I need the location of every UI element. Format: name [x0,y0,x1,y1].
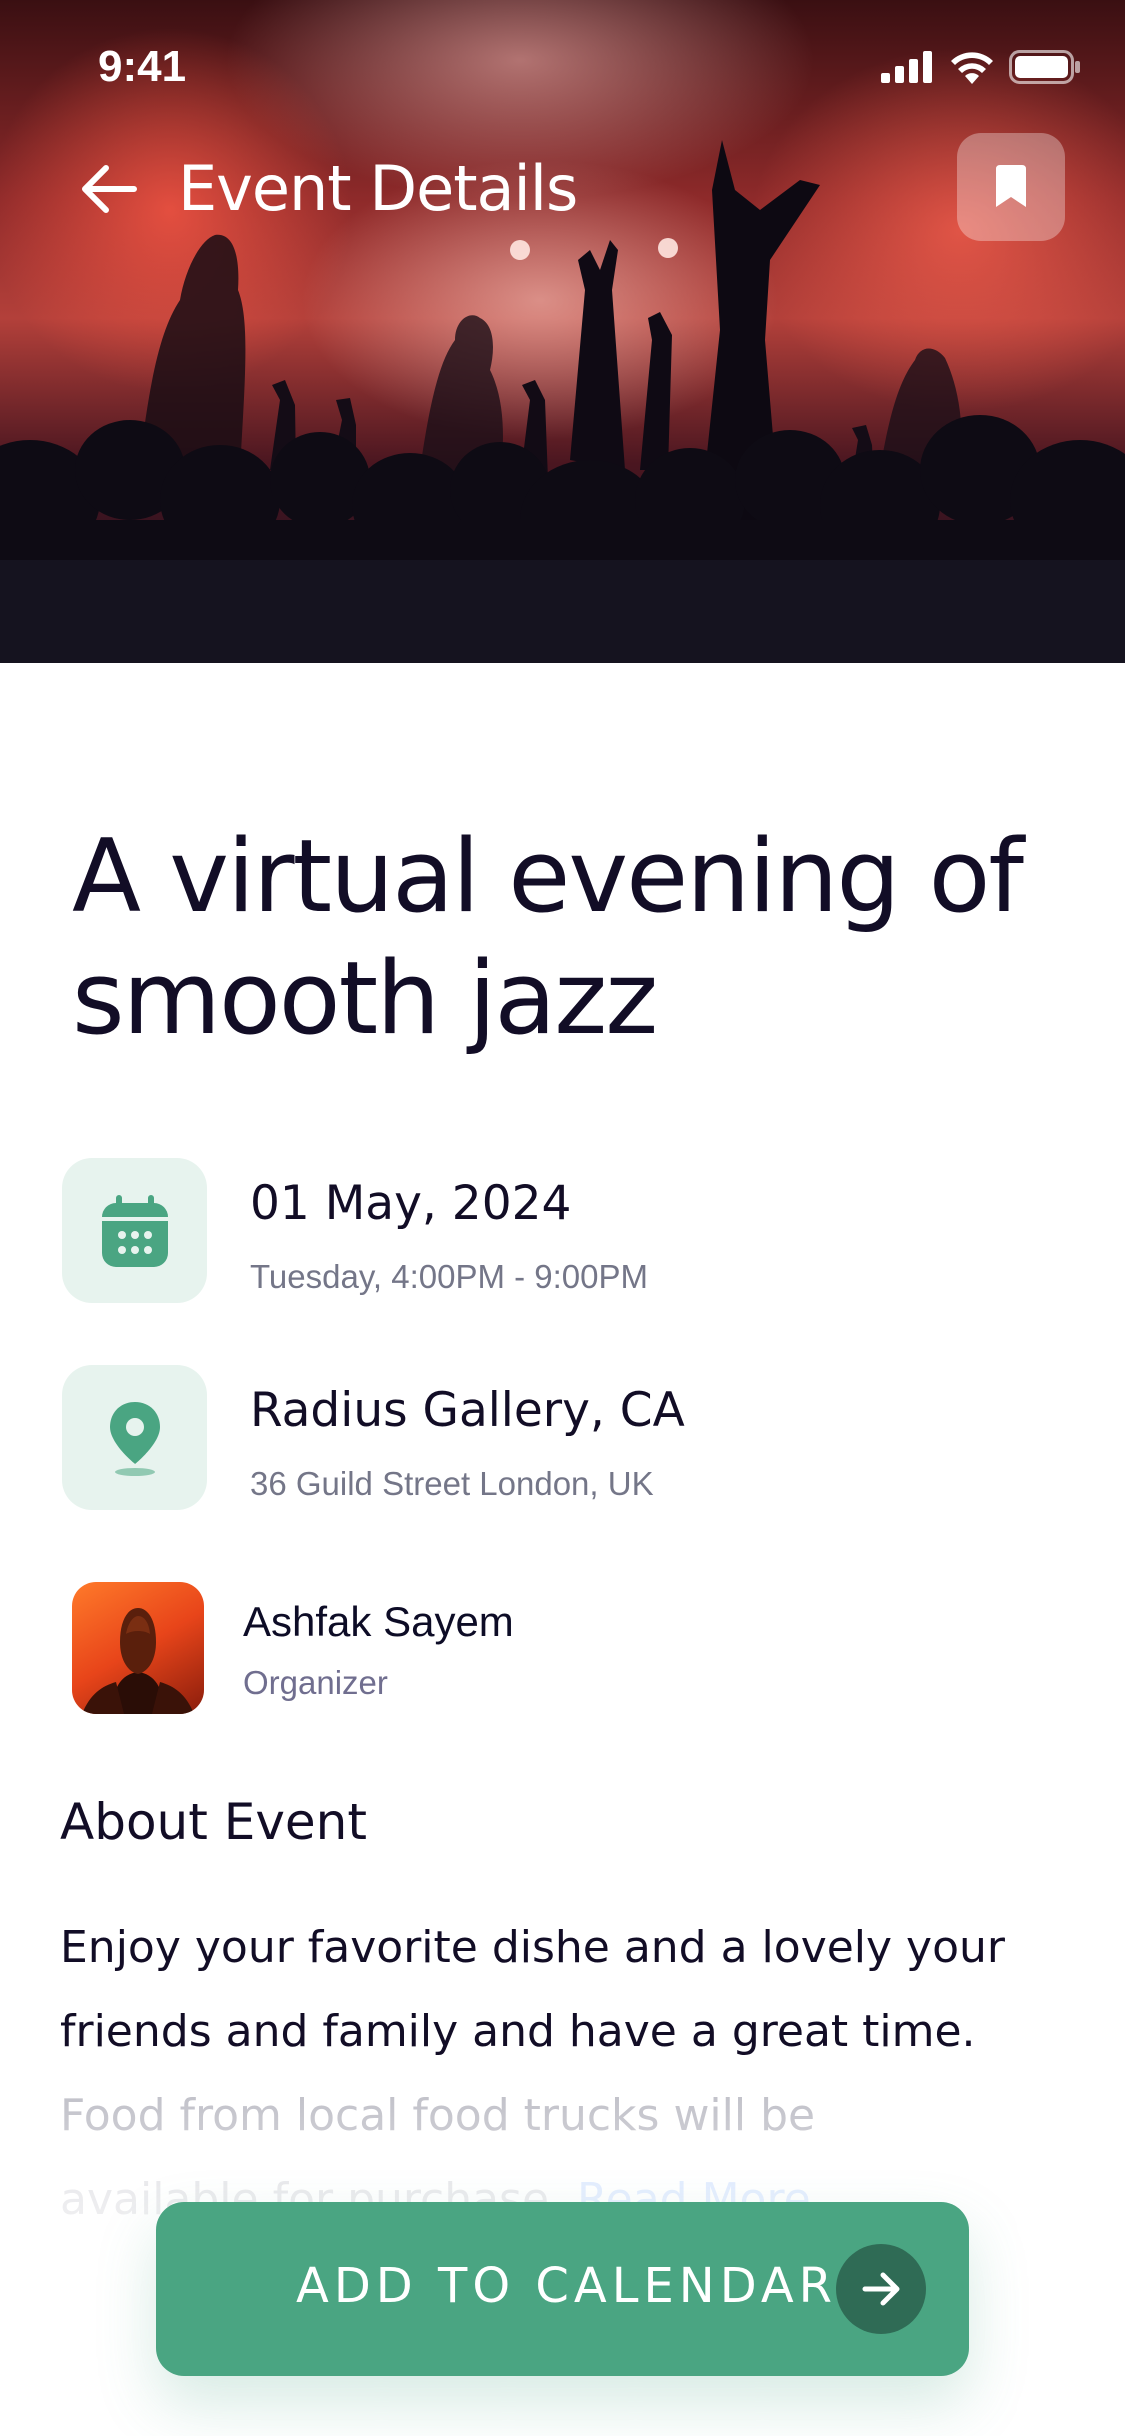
arrow-circle [836,2244,926,2334]
battery-icon [1009,50,1080,84]
signal-icon [881,51,932,83]
event-title: A virtual evening of smooth jazz [72,815,1072,1059]
page-title: Event Details [178,152,578,225]
avatar [72,1582,204,1714]
event-title-line-1: A virtual evening of [72,817,1024,935]
about-description: Enjoy your favorite dishe and a lovely y… [60,1906,1070,2242]
about-heading: About Event [60,1793,367,1851]
event-date-row: 01 May, 2024 Tuesday, 4:00PM - 9:00PM [62,1158,1062,1304]
organizer-name: Ashfak Sayem [243,1598,514,1645]
back-button[interactable] [78,158,140,220]
event-date: 01 May, 2024 [250,1176,572,1231]
venue-name: Radius Gallery, CA [250,1383,685,1438]
location-icon-tile [62,1365,207,1510]
arrow-right-icon [862,2272,900,2306]
arrow-left-icon [82,165,137,213]
event-title-line-2: smooth jazz [72,939,658,1057]
status-time: 9:41 [98,42,187,91]
organizer-role: Organizer [243,1664,388,1701]
status-icons [881,50,1081,84]
event-time: Tuesday, 4:00PM - 9:00PM [250,1258,649,1295]
bookmark-button[interactable] [957,133,1065,241]
about-line-2: friends and family and have a great time… [60,2006,976,2057]
organizer-row[interactable]: Ashfak Sayem Organizer [72,1582,972,1714]
wifi-icon [951,52,993,84]
location-pin-icon [109,1401,160,1476]
add-to-calendar-button[interactable]: ADD TO CALENDAR [156,2202,969,2376]
date-icon-tile [62,1158,207,1303]
about-line-1: Enjoy your favorite dishe and a lovely y… [60,1922,1005,1973]
venue-address: 36 Guild Street London, UK [250,1465,654,1502]
bookmark-icon [996,165,1026,207]
about-line-3: Food from local food trucks will be [60,2090,816,2141]
calendar-icon [101,1194,168,1267]
event-location-row[interactable]: Radius Gallery, CA 36 Guild Street Londo… [62,1365,1062,1511]
add-to-calendar-label: ADD TO CALENDAR [296,2258,838,2314]
status-bar: 9:41 [0,0,1125,130]
hero-image: 9:41 Event Details [0,0,1125,663]
organizer-portrait-icon [82,1608,194,1714]
